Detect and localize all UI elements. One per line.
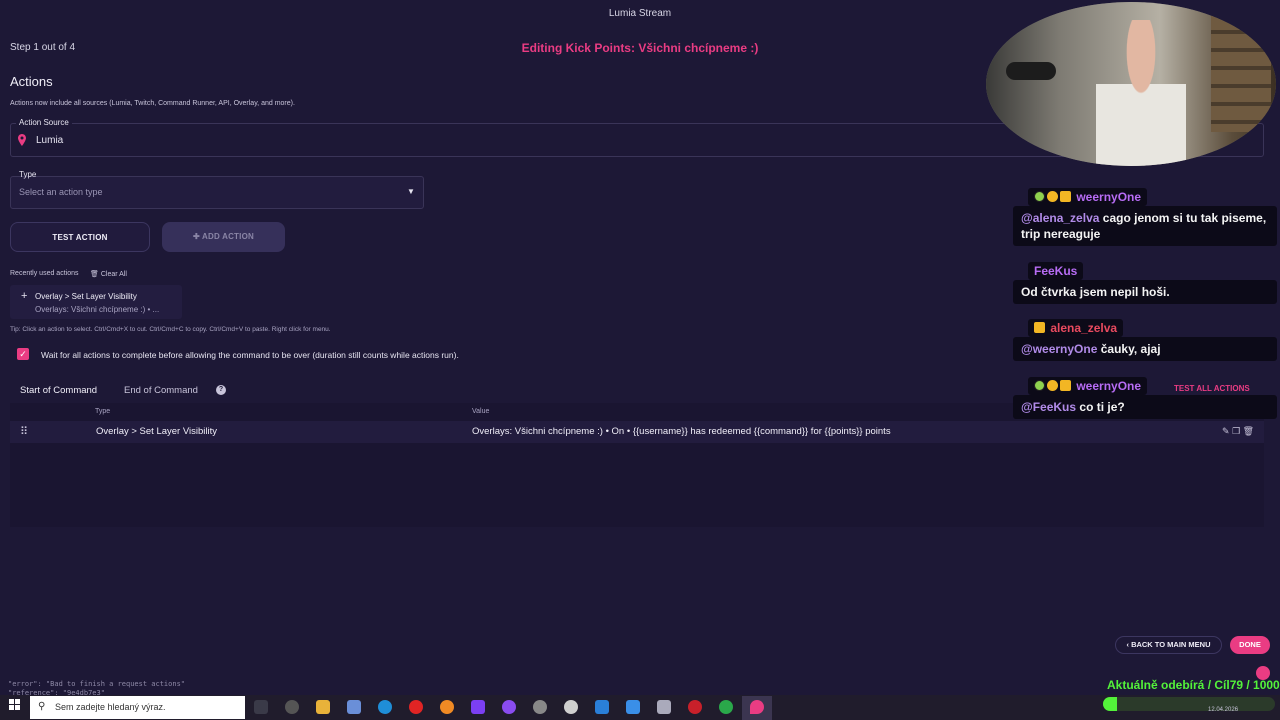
subscriber-badge-icon <box>1034 191 1045 202</box>
chat-text: co ti je? <box>1079 400 1125 414</box>
app-icon[interactable] <box>595 700 609 714</box>
wait-checkbox-label: Wait for all actions to complete before … <box>41 350 459 360</box>
back-to-main-menu-button[interactable]: ‹ BACK TO MAIN MENU <box>1115 636 1222 654</box>
row-type: Overlay > Set Layer Visibility <box>96 426 217 437</box>
caret-down-icon[interactable]: ▼ <box>407 187 415 196</box>
chat-username: weernyOne <box>1028 377 1148 395</box>
back-label: BACK TO MAIN MENU <box>1131 640 1211 649</box>
done-button[interactable]: DONE <box>1230 636 1270 654</box>
chat-message: Od čtvrka jsem nepil hoši. <box>1013 280 1277 304</box>
chat-message: @FeeKus co ti je? <box>1013 395 1277 419</box>
tab-end-of-command[interactable]: End of Command <box>124 385 198 396</box>
crown-badge-icon <box>1060 380 1071 391</box>
add-action-button[interactable]: ✚ ADD ACTION <box>162 222 285 252</box>
action-type-placeholder: Select an action type <box>19 187 103 197</box>
tab-start-of-command[interactable]: Start of Command <box>20 385 97 396</box>
chat-message: @weernyOne čauky, ajaj <box>1013 337 1277 361</box>
chat-username: alena_zelva <box>1028 319 1124 337</box>
app-icon[interactable] <box>502 700 516 714</box>
chat-username-text: FeeKus <box>1034 264 1078 278</box>
chat-message: @alena_zelva cago jenom si tu tak piseme… <box>1013 206 1277 246</box>
console-line: "error": "Bad to finish a request action… <box>8 680 186 688</box>
trash-icon: 🗑 <box>90 271 99 278</box>
chat-username: FeeKus <box>1028 262 1084 280</box>
chat-text: čauky, ajaj <box>1100 342 1161 356</box>
crown-badge-icon <box>1060 191 1071 202</box>
actions-subtitle: Actions now include all sources (Lumia, … <box>10 100 295 107</box>
action-source-label: Action Source <box>16 118 72 127</box>
chat-username-text: alena_zelva <box>1050 321 1118 335</box>
chat-username-text: weernyOne <box>1076 379 1142 393</box>
recent-actions-label: Recently used actions <box>10 270 79 277</box>
edge-icon[interactable] <box>378 700 392 714</box>
subscriber-badge-icon <box>1034 380 1045 391</box>
windows-start-icon[interactable] <box>9 699 21 711</box>
goal-fill <box>1103 697 1117 711</box>
store-icon[interactable] <box>347 700 361 714</box>
plus-icon: ✚ <box>193 232 203 241</box>
opera-icon[interactable] <box>409 700 423 714</box>
recent-action-subtitle: Overlays: Všichni chcípneme :) • ... <box>35 305 160 314</box>
app-icon[interactable] <box>564 700 578 714</box>
coin-badge-icon <box>1047 191 1058 202</box>
recent-action-title: Overlay > Set Layer Visibility <box>35 292 137 301</box>
help-icon[interactable]: ? <box>216 385 226 395</box>
coin-badge-icon <box>1047 380 1058 391</box>
subscriber-goal-bar <box>1103 697 1275 711</box>
chat-mention: @weernyOne <box>1021 342 1098 356</box>
chat-mention: @alena_zelva <box>1021 211 1100 225</box>
lumia-pin-icon <box>18 133 26 146</box>
plus-icon: + <box>21 290 28 302</box>
taskbar-date: 12.04.2026 <box>1208 707 1239 713</box>
mail-icon[interactable] <box>626 700 640 714</box>
obs-icon[interactable] <box>285 700 299 714</box>
clear-all-label: Clear All <box>100 271 127 278</box>
action-source-value: Lumia <box>36 135 64 146</box>
column-header-type: Type <box>95 408 111 415</box>
copy-icon[interactable]: ❐ <box>1232 426 1240 436</box>
column-header-value: Value <box>472 408 490 415</box>
chat-username: weernyOne <box>1028 188 1148 206</box>
task-view-icon[interactable] <box>254 700 268 714</box>
search-icon: ⚲ <box>38 701 46 712</box>
test-action-button[interactable]: TEST ACTION <box>10 222 150 252</box>
row-actions: ✎ ❐ 🗑 <box>1222 426 1254 437</box>
chat-mention: @FeeKus <box>1021 400 1077 414</box>
crown-badge-icon <box>1034 322 1045 333</box>
app-icon[interactable] <box>657 700 671 714</box>
chat-text: Od čtvrka jsem nepil hoši. <box>1021 285 1170 299</box>
tip-text: Tip: Click an action to select. Ctrl/Cmd… <box>10 326 331 333</box>
file-explorer-icon[interactable] <box>316 700 330 714</box>
drag-handle-icon[interactable]: ⠿ <box>20 425 28 438</box>
action-type-label: Type <box>19 170 37 179</box>
app-icon[interactable] <box>719 700 733 714</box>
edit-icon[interactable]: ✎ <box>1222 426 1230 436</box>
settings-icon[interactable] <box>533 700 547 714</box>
test-all-actions-button[interactable]: TEST ALL ACTIONS <box>1174 384 1250 393</box>
webcam-overlay <box>986 2 1276 166</box>
delete-icon[interactable]: 🗑 <box>1243 426 1254 436</box>
subscriber-goal-text: Aktuálně odebírá / Cíl79 / 1000 <box>1107 678 1280 692</box>
app-icon[interactable] <box>688 700 702 714</box>
actions-heading: Actions <box>10 74 53 89</box>
clear-all-button[interactable]: 🗑 Clear All <box>90 270 127 278</box>
chat-username-text: weernyOne <box>1076 190 1142 204</box>
taskbar-search-placeholder: Sem zadejte hledaný výraz. <box>55 702 166 712</box>
wait-checkbox[interactable]: ✓ <box>17 348 29 360</box>
add-action-label: ADD ACTION <box>202 232 254 241</box>
app-icon[interactable] <box>471 700 485 714</box>
firefox-icon[interactable] <box>440 700 454 714</box>
lumia-stream-icon[interactable] <box>750 700 764 714</box>
row-value: Overlays: Všichni chcípneme :) • On • {{… <box>472 426 891 437</box>
